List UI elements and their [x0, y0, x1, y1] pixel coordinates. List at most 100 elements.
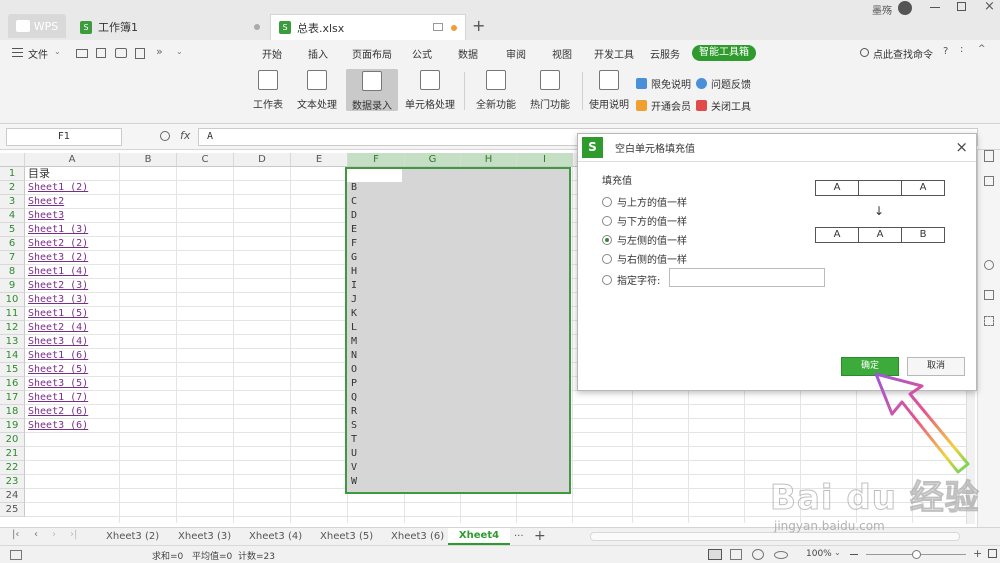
column-f-cell[interactable]: N: [349, 349, 357, 363]
select-all-corner[interactable]: [0, 153, 25, 167]
tab-workbook1[interactable]: S 工作簿1: [72, 14, 268, 40]
sheet-tab[interactable]: Xheet3 (4): [249, 531, 302, 542]
zoom-out-icon[interactable]: [850, 554, 858, 555]
usage-guide-button[interactable]: 使用说明: [588, 70, 630, 111]
column-header[interactable]: B: [120, 153, 177, 167]
custom-char-input[interactable]: [669, 268, 825, 287]
prev-sheet-icon[interactable]: ‹: [34, 529, 38, 540]
dialog-close-icon[interactable]: ×: [955, 138, 968, 156]
active-cell[interactable]: [345, 167, 402, 182]
row-header[interactable]: 6: [0, 237, 25, 251]
selected-range[interactable]: [345, 167, 571, 494]
cursor-icon[interactable]: [984, 150, 994, 162]
avatar[interactable]: [898, 1, 912, 15]
dialog-title-bar[interactable]: S 空白单元格填充值 ×: [578, 134, 976, 162]
row-header[interactable]: 14: [0, 349, 25, 363]
more-sheets-button[interactable]: ···: [514, 531, 524, 542]
membership-button[interactable]: 开通会员: [636, 98, 691, 113]
sheet-link-cell[interactable]: Sheet2: [26, 195, 64, 209]
page-layout-icon[interactable]: [730, 549, 742, 560]
sheet-link-cell[interactable]: Sheet1 (2): [26, 181, 88, 195]
sheet-link-cell[interactable]: Sheet2 (5): [26, 363, 88, 377]
row-header[interactable]: 2: [0, 181, 25, 195]
hot-features-button[interactable]: 热门功能: [526, 70, 574, 111]
column-header[interactable]: C: [177, 153, 234, 167]
close-icon[interactable]: ×: [984, 0, 995, 14]
sheet-link-cell[interactable]: Sheet2 (3): [26, 279, 88, 293]
row-header[interactable]: 25: [0, 503, 25, 517]
column-f-cell[interactable]: P: [349, 377, 357, 391]
column-header[interactable]: E: [291, 153, 348, 167]
row-header[interactable]: 16: [0, 377, 25, 391]
option-custom-char[interactable]: 指定字符:: [602, 272, 660, 287]
command-search[interactable]: 点此查找命令: [873, 46, 933, 61]
sheet-link-cell[interactable]: Sheet2 (4): [26, 321, 88, 335]
sheet-link-cell[interactable]: Sheet3: [26, 209, 64, 223]
menu-start[interactable]: 开始: [262, 46, 282, 61]
zoom-level[interactable]: 100%: [806, 549, 832, 559]
row-header[interactable]: 11: [0, 307, 25, 321]
column-header[interactable]: H: [461, 153, 517, 167]
row-header[interactable]: 9: [0, 279, 25, 293]
sheet-link-cell[interactable]: Sheet2 (6): [26, 405, 88, 419]
tab-summary[interactable]: S 总表.xlsx: [270, 14, 466, 40]
print-preview-icon[interactable]: [135, 48, 145, 59]
column-f-cell[interactable]: L: [349, 321, 357, 335]
chevron-down-icon[interactable]: ⌄: [176, 47, 183, 56]
row-header[interactable]: 3: [0, 195, 25, 209]
last-sheet-icon[interactable]: ›|: [70, 529, 77, 540]
eye-icon[interactable]: [774, 551, 788, 559]
maximize-icon[interactable]: [957, 2, 966, 11]
data-entry-button[interactable]: 数据录入: [346, 69, 398, 112]
column-f-cell[interactable]: E: [349, 223, 357, 237]
sheet-link-cell[interactable]: Sheet3 (4): [26, 335, 88, 349]
next-sheet-icon[interactable]: ›: [52, 529, 56, 540]
row-header[interactable]: 21: [0, 447, 25, 461]
row-header[interactable]: 1: [0, 167, 25, 181]
menu-smart-toolbox[interactable]: 智能工具箱: [692, 45, 756, 61]
column-f-cell[interactable]: F: [349, 237, 357, 251]
sheet-link-cell[interactable]: Sheet3 (6): [26, 419, 88, 433]
column-header[interactable]: A: [25, 153, 120, 167]
column-f-cell[interactable]: M: [349, 335, 357, 349]
file-menu[interactable]: 文件: [28, 46, 48, 61]
sheet-tab[interactable]: Xheet3 (3): [178, 531, 231, 542]
column-header[interactable]: G: [405, 153, 461, 167]
menu-view[interactable]: 视图: [552, 46, 572, 61]
collapse-icon[interactable]: ^: [978, 44, 986, 54]
copy-icon[interactable]: [984, 176, 994, 186]
column-f-cell[interactable]: O: [349, 363, 357, 377]
column-f-cell[interactable]: V: [349, 461, 357, 475]
row-header[interactable]: 4: [0, 209, 25, 223]
add-tab-button[interactable]: +: [472, 16, 485, 35]
column-header[interactable]: I: [517, 153, 573, 167]
name-box[interactable]: F1: [6, 128, 122, 146]
text-process-button[interactable]: 文本处理: [294, 70, 340, 111]
help-icon[interactable]: ?: [943, 46, 948, 57]
menu-data[interactable]: 数据: [458, 46, 478, 61]
open-folder-icon[interactable]: [76, 49, 88, 58]
column-f-cell[interactable]: W: [349, 475, 357, 489]
zoom-in-icon[interactable]: +: [973, 547, 982, 560]
option-fill-from-left[interactable]: 与左侧的值一样: [602, 232, 687, 247]
sheet-tab-active[interactable]: Xheet4: [448, 528, 510, 545]
row-header[interactable]: 13: [0, 335, 25, 349]
row-header[interactable]: 15: [0, 363, 25, 377]
free-info-button[interactable]: 限免说明: [636, 76, 691, 91]
row-header[interactable]: 8: [0, 265, 25, 279]
column-header[interactable]: F: [348, 153, 405, 167]
option-fill-from-below[interactable]: 与下方的值一样: [602, 213, 687, 228]
row-header[interactable]: 22: [0, 461, 25, 475]
fx-label[interactable]: fx: [180, 129, 190, 142]
filter-icon[interactable]: [984, 260, 994, 270]
row-header[interactable]: 23: [0, 475, 25, 489]
row-header[interactable]: 5: [0, 223, 25, 237]
new-features-button[interactable]: 全新功能: [472, 70, 520, 111]
minimize-icon[interactable]: [930, 7, 940, 8]
normal-view-icon[interactable]: [708, 549, 722, 560]
sheet-tab[interactable]: Xheet3 (6): [391, 531, 444, 542]
fullscreen-icon[interactable]: [988, 549, 997, 558]
user-name[interactable]: 墨殇: [872, 2, 892, 17]
menu-developer[interactable]: 开发工具: [594, 46, 634, 61]
page-break-icon[interactable]: [752, 549, 764, 560]
